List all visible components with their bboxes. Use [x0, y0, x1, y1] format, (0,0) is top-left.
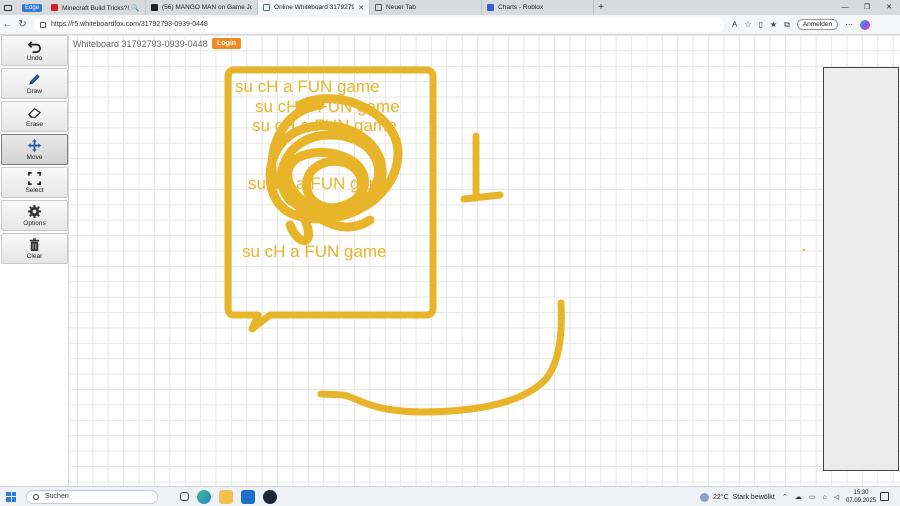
- undo-button[interactable]: Undo: [1, 35, 68, 66]
- close-window-button[interactable]: ✕: [878, 0, 900, 15]
- tab-label: Minecraft Build Tricks?! 🔍: [62, 4, 140, 12]
- clock-time: 15:30: [853, 490, 869, 496]
- pen-icon: [29, 74, 40, 85]
- favorites-icon[interactable]: ★: [770, 20, 777, 29]
- speech-bubble-stroke: [224, 66, 437, 333]
- draw-button[interactable]: Draw: [1, 68, 68, 99]
- sign-in-button[interactable]: Anmelden: [796, 19, 839, 30]
- url-field[interactable]: https://r5.whiteboardfox.com/31792793-09…: [34, 17, 724, 32]
- select-button[interactable]: Select: [1, 167, 68, 198]
- browser-tab-strip: Edge Minecraft Build Tricks?! 🔍 (56) MAN…: [0, 0, 900, 15]
- canvas-text: su cH a FUN game: [248, 174, 393, 193]
- taskbar-search-field[interactable]: Suchen: [26, 489, 158, 504]
- weather-temp: 22°C: [713, 493, 729, 501]
- edge-profile-badge[interactable]: Edge: [22, 3, 43, 12]
- tab-label: Neuer Tab: [386, 4, 416, 11]
- file-explorer-icon[interactable]: [219, 489, 233, 504]
- system-tray: ⌃ ☁ ▭ ⌂ ◁: [782, 487, 839, 506]
- erase-button[interactable]: Erase: [1, 101, 68, 132]
- l-shape-stroke: [460, 132, 504, 203]
- move-button[interactable]: Move: [1, 134, 68, 165]
- tool-label: Undo: [26, 55, 43, 62]
- notification-icon[interactable]: [880, 492, 889, 501]
- search-icon: [33, 493, 39, 500]
- youtube-icon: [51, 4, 59, 11]
- maximize-button[interactable]: ❐: [856, 0, 878, 15]
- gamejolt-icon: [151, 4, 159, 11]
- split-screen-icon[interactable]: ▯: [759, 20, 763, 29]
- battery-icon[interactable]: ▭: [809, 493, 816, 501]
- favorite-star-icon[interactable]: ☆: [744, 20, 751, 29]
- roblox-icon: [487, 4, 495, 11]
- tab-new-tab[interactable]: Neuer Tab: [370, 0, 483, 15]
- task-view-icon[interactable]: [180, 492, 189, 501]
- tool-label: Clear: [26, 253, 43, 260]
- smile-curve-stroke: [317, 299, 565, 416]
- weather-widget[interactable]: 22°C Stark bewölkt: [700, 487, 775, 506]
- move-icon: [27, 138, 42, 153]
- scribble-stroke: [265, 94, 403, 245]
- volume-icon[interactable]: ◁: [834, 493, 839, 501]
- tab-roblox[interactable]: Charts - Roblox: [482, 0, 595, 15]
- clock[interactable]: 15:30 07.09.2025: [846, 489, 876, 505]
- clear-button[interactable]: Clear: [1, 233, 68, 264]
- collections-icon[interactable]: ⧉: [784, 20, 790, 30]
- read-aloud-icon[interactable]: A: [732, 20, 737, 29]
- tool-label: Move: [26, 154, 43, 161]
- network-icon[interactable]: ⌂: [823, 494, 827, 501]
- chevron-up-icon[interactable]: ⌃: [782, 493, 788, 501]
- reload-icon[interactable]: ↻: [15, 19, 30, 30]
- close-tab-icon[interactable]: ✕: [358, 4, 364, 12]
- login-button[interactable]: Login: [212, 38, 242, 49]
- outlook-icon[interactable]: [241, 489, 255, 504]
- windows-taskbar: Suchen 22°C Stark bewölkt ⌃ ☁ ▭ ⌂ ◁ 15:3…: [0, 486, 900, 506]
- minimize-button[interactable]: —: [834, 0, 856, 15]
- trash-icon: [29, 238, 40, 252]
- side-panel: [823, 67, 899, 471]
- windows-start-icon[interactable]: [6, 491, 16, 502]
- gear-icon: [27, 204, 42, 219]
- tab-actions-icon[interactable]: [0, 0, 16, 15]
- canvas-text: su cH a FUN game: [242, 242, 387, 261]
- tool-label: Draw: [26, 88, 43, 95]
- cloud-icon: [700, 492, 709, 502]
- whiteboard-page: Undo Draw Erase Move Select Options Clea…: [0, 35, 900, 486]
- url-text: https://r5.whiteboardfox.com/31792793-09…: [51, 21, 208, 28]
- canvas-text: su cH a FUN game: [255, 97, 400, 116]
- whiteboard-icon: [263, 4, 271, 11]
- tool-label: Select: [25, 187, 44, 194]
- tool-sidebar: Undo Draw Erase Move Select Options Clea…: [0, 35, 69, 486]
- tool-label: Erase: [26, 121, 43, 128]
- tab-minecraft[interactable]: Minecraft Build Tricks?! 🔍: [46, 0, 147, 15]
- cloud-sync-icon[interactable]: ☁: [795, 493, 802, 501]
- tab-label: (56) MANGO MAN on Game Jolt: [162, 4, 253, 11]
- edge-browser-icon[interactable]: [197, 489, 211, 504]
- search-placeholder: Suchen: [45, 493, 69, 500]
- ink-dot: [802, 248, 806, 252]
- board-title: Whiteboard 31792793-0939-0448: [73, 39, 208, 49]
- tab-whiteboard[interactable]: Online Whiteboard 31792793-09 ✕: [258, 0, 371, 15]
- copilot-icon[interactable]: [860, 19, 871, 30]
- tab-label: Online Whiteboard 31792793-09: [274, 4, 354, 11]
- drawing-canvas[interactable]: su cH a FUN game su cH a FUN game su cH …: [0, 35, 900, 486]
- weather-text: Stark bewölkt: [732, 493, 775, 501]
- tool-label: Options: [23, 220, 46, 227]
- new-tab-icon: [375, 4, 383, 11]
- address-bar-row: ← ↻ https://r5.whiteboardfox.com/3179279…: [0, 15, 900, 35]
- canvas-text: su cH a FUN game: [252, 116, 397, 135]
- back-arrow-icon[interactable]: ←: [0, 19, 15, 30]
- more-menu-icon[interactable]: ⋯: [845, 20, 853, 29]
- clock-date: 07.09.2025: [846, 498, 877, 504]
- select-icon: [28, 172, 41, 185]
- options-button[interactable]: Options: [1, 200, 68, 231]
- lock-icon: [40, 21, 46, 28]
- canvas-text: su cH a FUN game: [235, 77, 380, 96]
- tab-mango-man[interactable]: (56) MANGO MAN on Game Jolt: [146, 0, 259, 15]
- undo-icon: [27, 41, 41, 53]
- tab-label: Charts - Roblox: [498, 4, 544, 11]
- eraser-icon: [28, 108, 42, 118]
- steam-icon[interactable]: [263, 489, 277, 504]
- window-controls: — ❐ ✕: [834, 0, 900, 15]
- new-tab-button[interactable]: +: [594, 2, 608, 13]
